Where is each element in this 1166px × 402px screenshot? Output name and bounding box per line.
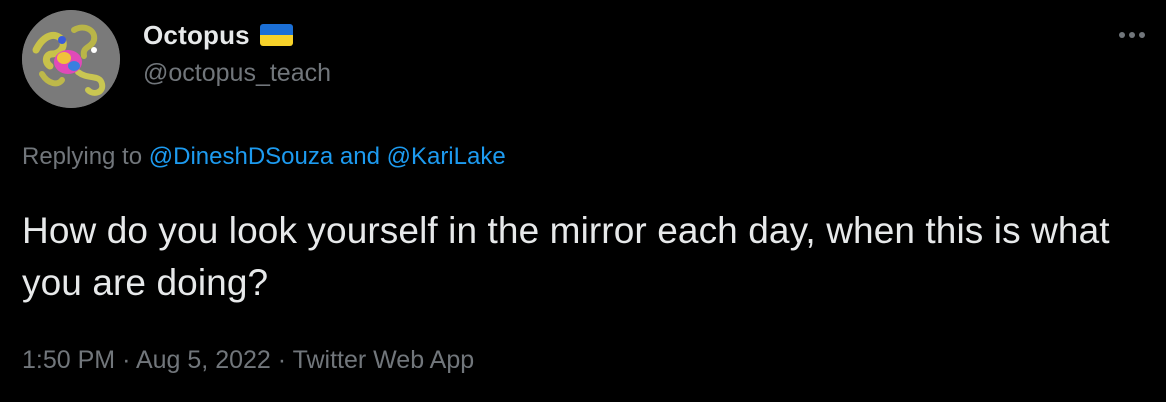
author-block: Octopus @octopus_teach xyxy=(143,18,331,88)
ukraine-flag-icon xyxy=(259,24,293,46)
more-options-icon[interactable] xyxy=(1114,22,1150,46)
octopus-avatar-icon xyxy=(22,10,120,108)
mention-link-karilake[interactable]: @KariLake xyxy=(387,143,506,170)
tweet-meta: 1:50 PM · Aug 5, 2022 · Twitter Web App xyxy=(22,346,474,375)
mention-joiner[interactable]: and xyxy=(340,143,380,170)
flag-blue-stripe xyxy=(259,24,293,35)
tweet-time[interactable]: 1:50 PM xyxy=(22,346,115,374)
tweet-text: How do you look yourself in the mirror e… xyxy=(22,210,1110,303)
avatar[interactable] xyxy=(22,10,120,108)
tweet-source[interactable]: Twitter Web App xyxy=(293,346,475,374)
mention-link-dineshdsouza[interactable]: @DineshDSouza xyxy=(149,143,333,170)
name-row: Octopus xyxy=(143,18,331,52)
flag-yellow-stripe xyxy=(259,35,293,46)
tweet-card: Octopus @octopus_teach Replying to @Dine… xyxy=(0,0,1166,402)
display-name[interactable]: Octopus xyxy=(143,20,250,51)
meta-separator: · xyxy=(122,346,131,374)
user-handle[interactable]: @octopus_teach xyxy=(143,59,331,88)
replying-to-label: Replying to xyxy=(22,143,143,170)
replying-to-line: Replying to @DineshDSouza and @KariLake xyxy=(22,143,506,171)
meta-separator: · xyxy=(277,346,287,374)
tweet-date[interactable]: Aug 5, 2022 xyxy=(136,346,271,374)
